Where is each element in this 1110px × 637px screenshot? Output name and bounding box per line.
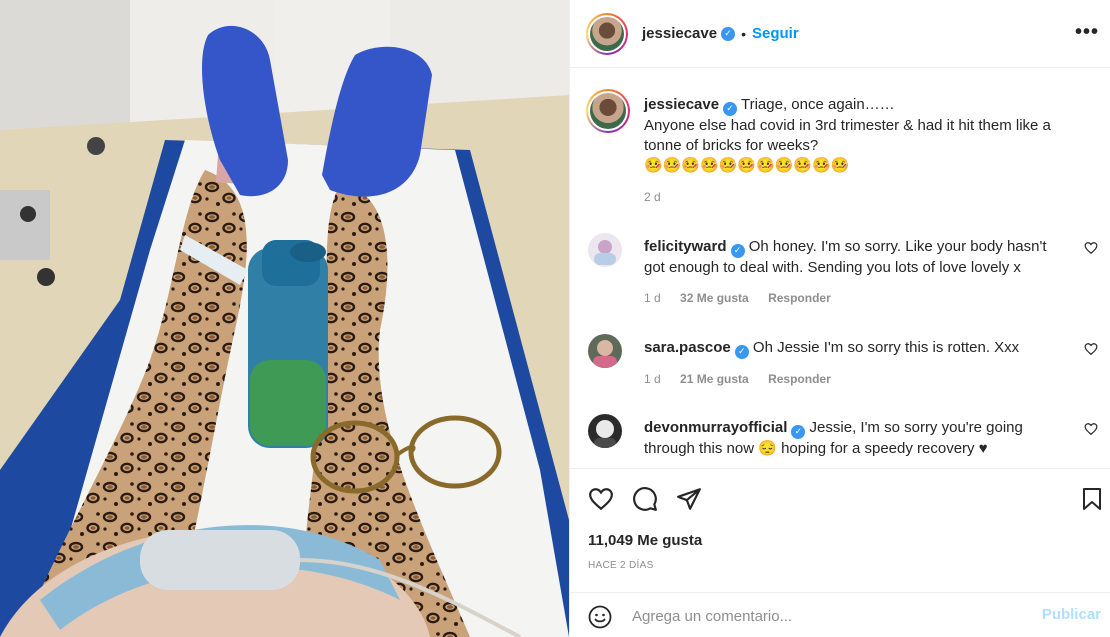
comment-likes[interactable]: 32 Me gusta xyxy=(680,291,749,305)
verified-badge-icon: ✓ xyxy=(791,425,806,439)
heart-icon[interactable] xyxy=(1084,241,1098,255)
smiley-icon[interactable] xyxy=(588,605,612,629)
post-comment-button[interactable]: Publicar xyxy=(1042,606,1101,623)
post-date[interactable]: HACE 2 DÍAS xyxy=(588,560,654,571)
verified-badge-icon: ✓ xyxy=(723,102,738,116)
comment-input[interactable] xyxy=(632,605,1032,627)
caption-time[interactable]: 2 d xyxy=(644,190,661,204)
bookmark-icon[interactable] xyxy=(1080,486,1104,512)
separator-dot: • xyxy=(741,25,746,42)
verified-badge-icon: ✓ xyxy=(730,244,745,258)
commenter-username[interactable]: felicityward xyxy=(644,238,727,255)
comment-body: Oh Jessie I'm so sorry this is rotten. X… xyxy=(752,339,1020,356)
verified-badge-icon: ✓ xyxy=(721,26,736,41)
comment-time[interactable]: 1 d xyxy=(644,372,661,386)
comment-text: felicityward ✓ Oh honey. I'm so sorry. Li… xyxy=(644,237,1056,278)
caption-line-2: Anyone else had covid in 3rd trimester &… xyxy=(644,117,1051,154)
reply-button[interactable]: Responder xyxy=(768,372,831,386)
heart-icon[interactable] xyxy=(1084,422,1098,436)
commenter-avatar[interactable] xyxy=(588,233,622,267)
caption-emojis: 🤒🤒🤒🤒🤒🤒🤒🤒🤒🤒🤒 xyxy=(644,157,850,174)
commenter-username[interactable]: sara.pascoe xyxy=(644,339,731,356)
comment-meta: 1 d 32 Me gusta Responder xyxy=(644,291,847,305)
caption-line-1: Triage, once again…… xyxy=(740,96,895,113)
comment-text: sara.pascoe ✓ Oh Jessie I'm so sorry this… xyxy=(644,338,1056,359)
author-username[interactable]: jessiecave xyxy=(642,25,717,42)
caption-avatar[interactable] xyxy=(586,89,630,133)
post-sidebar: jessiecave ✓ • Seguir ••• jessiecave ✓ Tr… xyxy=(569,0,1110,637)
caption-username[interactable]: jessiecave xyxy=(644,96,719,113)
commenter-avatar[interactable] xyxy=(588,414,622,448)
like-count[interactable]: 11,049 Me gusta xyxy=(588,532,702,549)
commenter-username[interactable]: devonmurrayofficial xyxy=(644,419,787,436)
comment-text: devonmurrayofficial ✓ Jessie, I'm so sorr… xyxy=(644,418,1056,459)
heart-icon[interactable] xyxy=(588,486,614,512)
comment-bubble-icon[interactable] xyxy=(632,486,658,512)
post-header: jessiecave ✓ • Seguir ••• xyxy=(570,0,1110,68)
add-comment-bar: Publicar xyxy=(570,592,1110,637)
commenter-avatar[interactable] xyxy=(588,334,622,368)
comment-meta: 1 d 21 Me gusta Responder xyxy=(644,372,847,386)
author-avatar[interactable] xyxy=(586,12,628,55)
paper-plane-icon[interactable] xyxy=(676,486,702,512)
comments-section: jessiecave ✓ Triage, once again…… Anyone … xyxy=(570,69,1110,469)
comment-time[interactable]: 1 d xyxy=(644,291,661,305)
more-dots-icon[interactable]: ••• xyxy=(1075,22,1099,42)
comment-likes[interactable]: 21 Me gusta xyxy=(680,372,749,386)
caption-body: jessiecave ✓ Triage, once again…… Anyone … xyxy=(644,95,1084,176)
reply-button[interactable]: Responder xyxy=(768,291,831,305)
follow-button[interactable]: Seguir xyxy=(752,25,799,42)
verified-badge-icon: ✓ xyxy=(734,345,749,359)
post-photo[interactable] xyxy=(0,0,569,637)
action-bar xyxy=(570,470,1110,526)
post-image xyxy=(0,0,569,637)
heart-icon[interactable] xyxy=(1084,342,1098,356)
